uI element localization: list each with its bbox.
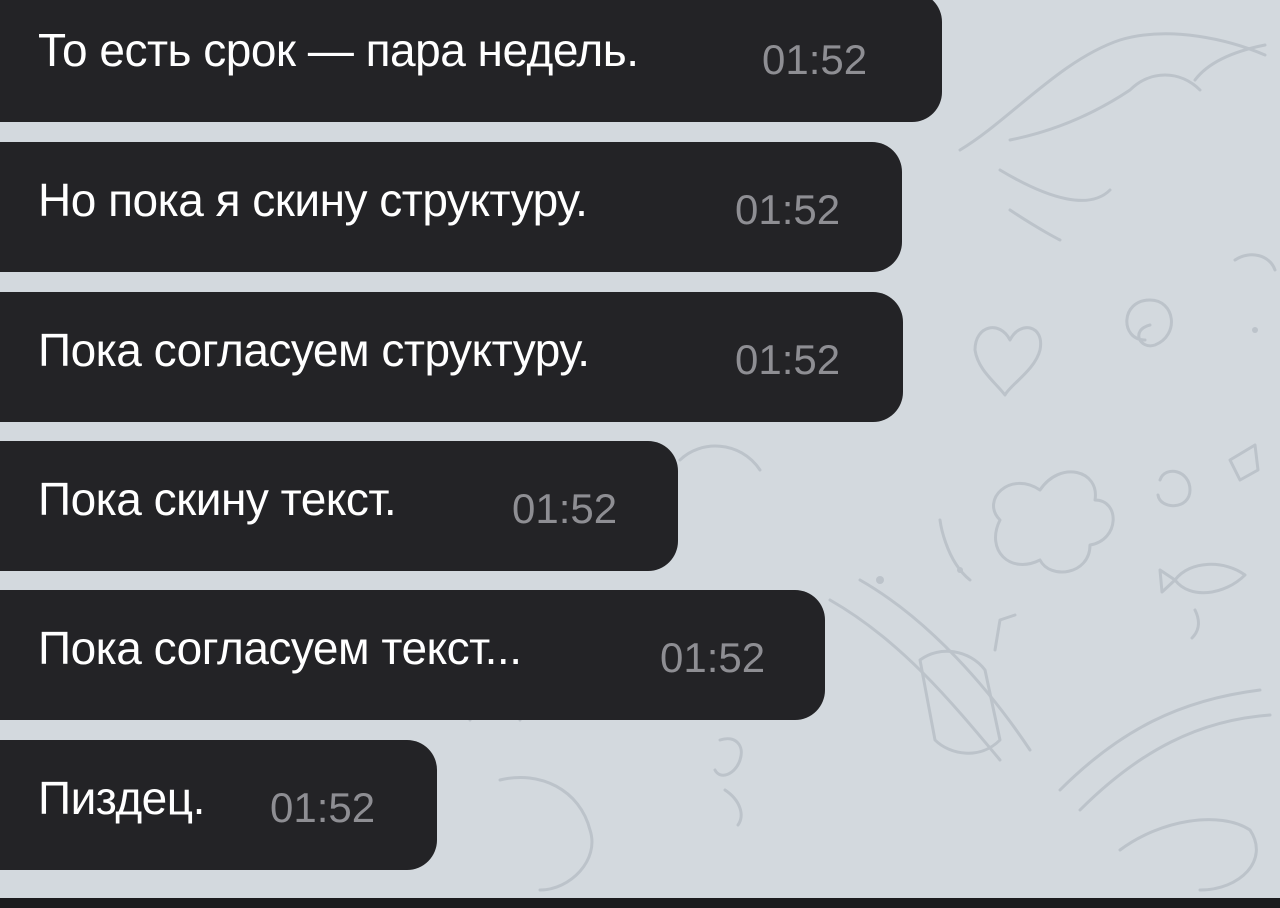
message-text: То есть срок — пара недель. [38, 24, 639, 76]
message-bubble[interactable]: Пока согласуем структуру. 01:52 [0, 292, 903, 422]
message-timestamp: 01:52 [735, 336, 841, 383]
message-text: Пока согласуем текст... [38, 622, 522, 674]
message-timestamp: 01:52 [762, 36, 868, 83]
message-text: Но пока я скину структуру. [38, 174, 588, 226]
message-bubble[interactable]: Но пока я скину структуру. 01:52 [0, 142, 902, 272]
message-timestamp: 01:52 [512, 485, 618, 532]
message-list[interactable]: То есть срок — пара недель. 01:52 Но пок… [0, 0, 1280, 908]
message-timestamp: 01:52 [270, 784, 376, 831]
message-timestamp: 01:52 [735, 186, 841, 233]
message-bubble[interactable]: То есть срок — пара недель. 01:52 [0, 0, 942, 122]
message-text: Пока скину текст. [38, 473, 397, 525]
message-text: Пока согласуем структуру. [38, 324, 590, 376]
input-panel-edge [0, 898, 1280, 908]
message-bubble[interactable]: Пока скину текст. 01:52 [0, 441, 678, 571]
message-text: Пиздец. [38, 772, 205, 824]
message-bubble[interactable]: Пиздец. 01:52 [0, 740, 437, 870]
message-bubble[interactable]: Пока согласуем текст... 01:52 [0, 590, 825, 720]
message-timestamp: 01:52 [660, 634, 766, 681]
